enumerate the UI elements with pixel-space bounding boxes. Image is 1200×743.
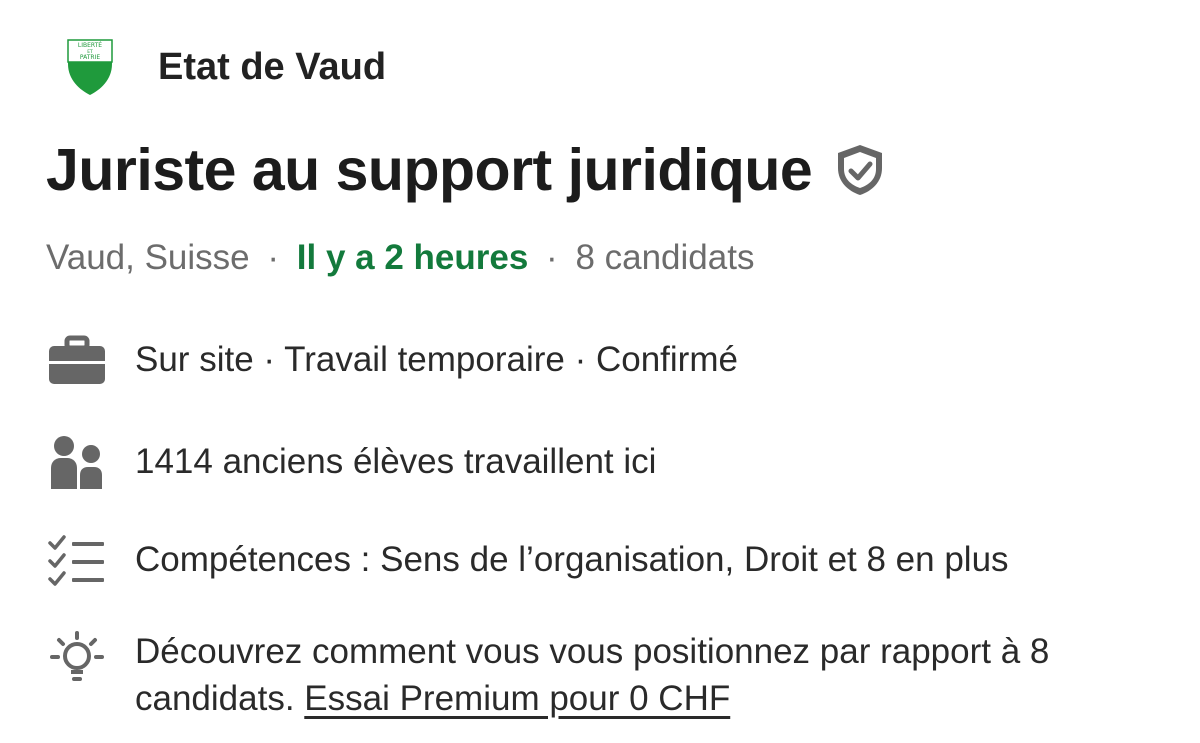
logo-text-top: LIBERTÉ bbox=[78, 41, 102, 49]
people-icon bbox=[51, 436, 102, 489]
logo-text-bottom: PATRIE bbox=[80, 54, 100, 61]
checklist-icon bbox=[48, 535, 104, 586]
job-location: Vaud, Suisse bbox=[46, 238, 250, 277]
job-card: LIBERTÉ ET PATRIE Etat de Vaud Juriste a… bbox=[0, 0, 1200, 743]
premium-trial-link[interactable]: Essai Premium pour 0 CHF bbox=[304, 679, 730, 718]
job-title: Juriste au support juridique bbox=[46, 137, 813, 203]
insight-text[interactable]: Compétences : Sens de l’organisation, Dr… bbox=[135, 540, 1009, 580]
insight-text[interactable]: 1414 anciens élèves travaillent ici bbox=[135, 442, 656, 482]
vaud-coat-of-arms-icon[interactable]: LIBERTÉ ET PATRIE bbox=[66, 38, 114, 96]
insight-text: Découvrez comment vous vous positionnez … bbox=[135, 628, 1145, 722]
job-meta: Vaud, Suisse · Il y a 2 heures · 8 candi… bbox=[46, 238, 754, 278]
company-header[interactable]: LIBERTÉ ET PATRIE Etat de Vaud bbox=[66, 38, 386, 96]
insight-workplace: Sur site · Travail temporaire · Confirmé bbox=[46, 332, 738, 388]
briefcase-icon bbox=[49, 335, 105, 384]
verified-shield-icon[interactable] bbox=[834, 142, 886, 198]
applicant-count: 8 candidats bbox=[575, 238, 755, 277]
meta-separator: · bbox=[546, 238, 558, 277]
insight-alumni[interactable]: 1414 anciens élèves travaillent ici bbox=[46, 434, 656, 490]
insight-skills[interactable]: Compétences : Sens de l’organisation, Dr… bbox=[46, 532, 1009, 588]
lightbulb-icon bbox=[50, 631, 104, 681]
meta-separator: · bbox=[267, 238, 280, 277]
insight-premium: Découvrez comment vous vous positionnez … bbox=[46, 628, 1145, 722]
company-name[interactable]: Etat de Vaud bbox=[158, 46, 386, 89]
posted-time: Il y a 2 heures bbox=[296, 238, 529, 277]
job-title-row: Juriste au support juridique bbox=[46, 136, 886, 204]
insight-text: Sur site · Travail temporaire · Confirmé bbox=[135, 340, 738, 379]
